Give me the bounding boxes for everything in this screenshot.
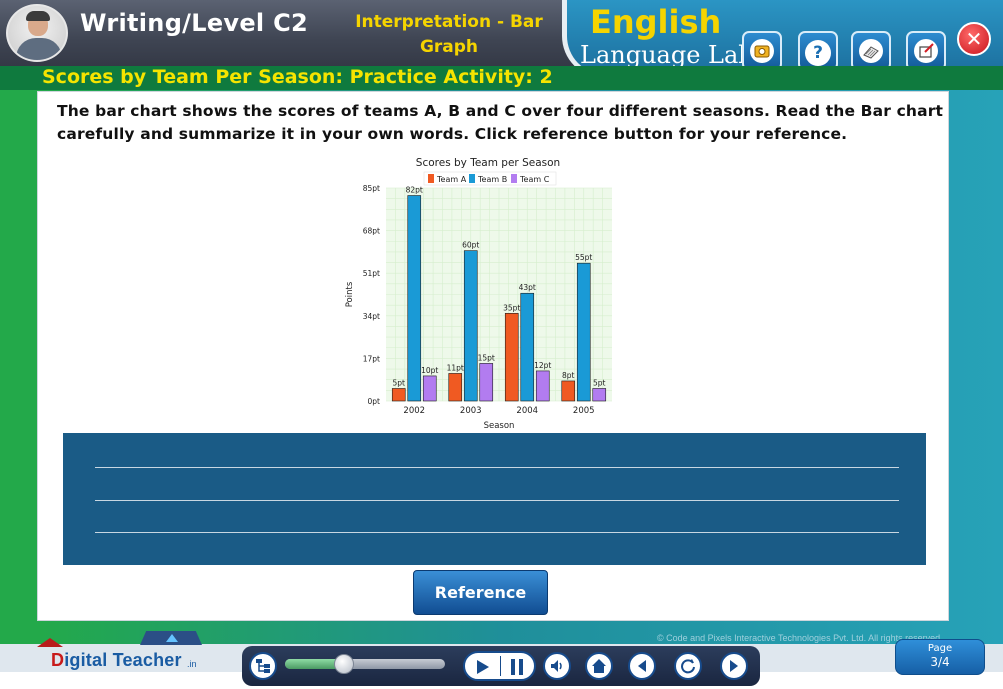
bar — [422, 375, 437, 402]
replay-button[interactable] — [674, 652, 702, 680]
y-tick-label: 85pt — [363, 184, 380, 193]
volume-icon — [551, 660, 562, 672]
data-label: 43pt — [519, 283, 536, 292]
data-label: 10pt — [421, 366, 438, 375]
bar — [463, 250, 478, 402]
y-tick-label: 51pt — [363, 269, 380, 278]
y-tick-label: 0pt — [368, 397, 381, 406]
sitemap-icon — [256, 659, 270, 673]
bar — [576, 262, 591, 402]
chart-title: Scores by Team per Season — [416, 157, 560, 169]
play-button[interactable] — [477, 660, 489, 674]
edit-icon — [914, 39, 938, 63]
data-label: 82pt — [406, 186, 423, 195]
brand-logo: Digital Teacher .in — [37, 633, 207, 673]
bar — [504, 312, 519, 402]
lab-title: English — [590, 3, 722, 41]
answer-line[interactable] — [95, 467, 899, 468]
bar-chart-svg: Scores by Team per Season Team A Team B Tea… — [345, 157, 612, 431]
page-label: Page — [927, 643, 953, 654]
data-label: 55pt — [575, 253, 592, 262]
data-label: 11pt — [447, 363, 464, 372]
bar-chart: Scores by Team per Season Team A Team B Tea… — [338, 152, 628, 434]
refresh-icon — [681, 659, 695, 674]
x-tick-label: 2004 — [516, 406, 538, 416]
progress-slider[interactable] — [285, 654, 445, 674]
data-label: 5pt — [393, 378, 406, 387]
bar — [479, 363, 494, 402]
help-button[interactable]: ? — [798, 31, 838, 71]
pause-button[interactable] — [510, 659, 524, 675]
next-button[interactable] — [720, 652, 748, 680]
close-button[interactable]: ✕ — [957, 22, 991, 56]
legend-label: Team C — [519, 175, 550, 184]
home-button[interactable] — [585, 652, 613, 680]
level-title: Writing/Level C2 — [80, 9, 309, 37]
forward-arrow-icon — [730, 660, 738, 672]
page-number: 3/4 — [930, 655, 950, 669]
x-tick-label: 2005 — [573, 406, 595, 416]
legend-label: Team B — [477, 175, 507, 184]
photo-button[interactable] — [742, 31, 782, 71]
photo-icon — [750, 39, 774, 63]
notes-icon — [859, 39, 883, 63]
lesson-subtitle: Interpretation - Bar Graph — [355, 12, 543, 57]
bar — [520, 292, 535, 402]
legend-label: Team A — [436, 175, 467, 184]
x-tick-label: 2003 — [460, 406, 482, 416]
mortarboard-icon — [37, 633, 63, 647]
x-tick-label: 2002 — [403, 406, 425, 416]
page-indicator: Page 3/4 — [895, 639, 985, 675]
data-label: 60pt — [462, 241, 479, 250]
answer-line[interactable] — [95, 500, 899, 501]
data-label: 8pt — [562, 371, 575, 380]
data-label: 35pt — [503, 303, 520, 312]
previous-button[interactable] — [628, 652, 656, 680]
notes-button[interactable] — [851, 31, 891, 71]
legend-swatch — [428, 174, 434, 183]
answer-box[interactable] — [63, 433, 926, 565]
play-pause-group — [463, 651, 536, 681]
avatar — [6, 4, 68, 62]
help-icon: ? — [805, 40, 831, 66]
y-tick-label: 17pt — [363, 354, 380, 363]
sitemap-button[interactable] — [249, 652, 277, 680]
bar — [592, 388, 607, 402]
home-icon — [592, 659, 606, 673]
bar — [448, 373, 463, 402]
volume-button[interactable] — [543, 652, 571, 680]
lab-subtitle: Language Lab — [580, 41, 754, 69]
legend-swatch — [511, 174, 517, 183]
bar — [407, 195, 422, 402]
data-label: 12pt — [534, 361, 551, 370]
y-axis-label: Points — [345, 281, 355, 307]
bar — [391, 388, 406, 402]
back-arrow-icon — [638, 660, 646, 672]
data-label: 5pt — [593, 378, 606, 387]
y-tick-label: 34pt — [363, 312, 380, 321]
edit-button[interactable] — [906, 31, 946, 71]
brand-suffix: .in — [187, 659, 197, 669]
brand-name: Digital Teacher — [51, 650, 182, 670]
bar — [561, 380, 576, 402]
data-label: 15pt — [478, 353, 495, 362]
reference-button[interactable]: Reference — [413, 570, 548, 615]
instruction-text: The bar chart shows the scores of teams … — [57, 102, 944, 143]
legend-swatch — [469, 174, 475, 183]
x-axis-label: Season — [484, 421, 515, 431]
y-tick-label: 68pt — [363, 227, 380, 236]
activity-title: Scores by Team Per Season: Practice Acti… — [42, 66, 553, 88]
close-icon: ✕ — [965, 27, 983, 51]
bar — [535, 370, 550, 402]
answer-line[interactable] — [95, 532, 899, 533]
